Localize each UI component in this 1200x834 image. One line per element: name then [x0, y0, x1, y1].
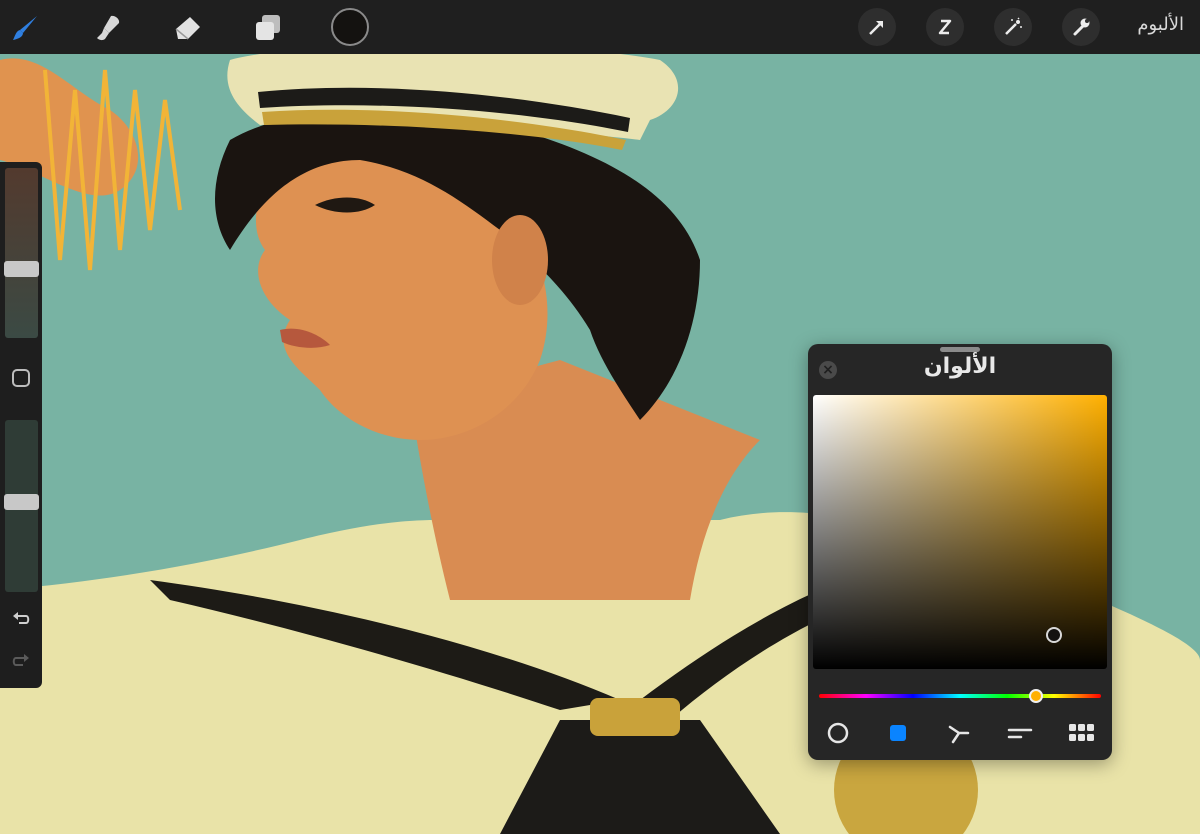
- classic-square-icon[interactable]: [885, 720, 911, 746]
- selection-icon[interactable]: [926, 8, 964, 46]
- palettes-grid-icon[interactable]: [1068, 720, 1094, 746]
- top-toolbar: الألبوم: [0, 0, 1200, 54]
- magic-wand-icon[interactable]: [994, 8, 1032, 46]
- hue-slider-knob[interactable]: [1029, 689, 1044, 703]
- colors-panel: × الألوان: [808, 344, 1112, 760]
- gallery-button[interactable]: الألبوم: [1137, 14, 1184, 35]
- current-color-button[interactable]: [331, 8, 369, 46]
- eraser-icon[interactable]: [168, 8, 208, 48]
- disc-icon[interactable]: [825, 720, 851, 746]
- layers-icon[interactable]: [248, 8, 288, 48]
- brush-icon[interactable]: [6, 8, 46, 48]
- left-sidebar: [0, 162, 42, 688]
- wrench-icon[interactable]: [1062, 8, 1100, 46]
- neckerchief-ring: [590, 698, 680, 736]
- panel-drag-handle[interactable]: [940, 347, 980, 352]
- harmony-icon[interactable]: [946, 720, 972, 746]
- transform-arrow-icon[interactable]: [858, 8, 896, 46]
- panel-title: الألوان: [923, 354, 997, 379]
- color-square-picker[interactable]: [813, 395, 1107, 669]
- redo-icon[interactable]: [10, 650, 32, 672]
- brush-size-knob[interactable]: [4, 261, 39, 277]
- hue-slider[interactable]: [819, 694, 1101, 698]
- modify-square-icon[interactable]: [11, 368, 31, 388]
- smudge-icon[interactable]: [88, 8, 128, 48]
- opacity-knob[interactable]: [4, 494, 39, 511]
- undo-icon[interactable]: [10, 608, 32, 630]
- brush-size-slider[interactable]: [5, 168, 38, 338]
- value-sliders-icon[interactable]: [1007, 720, 1033, 746]
- color-picker-cursor[interactable]: [1046, 627, 1063, 644]
- ear: [492, 215, 548, 305]
